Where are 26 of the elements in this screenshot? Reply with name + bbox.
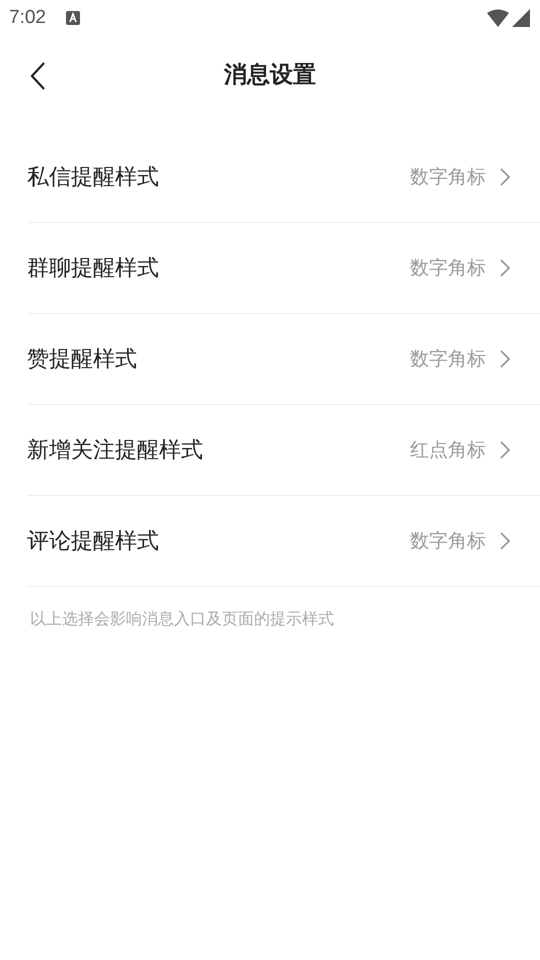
setting-label: 新增关注提醒样式 (27, 437, 204, 465)
setting-label: 群聊提醒样式 (27, 255, 160, 283)
setting-value: 数字角标 (410, 165, 486, 190)
chevron-right-icon (500, 350, 510, 368)
setting-value: 数字角标 (410, 529, 486, 554)
setting-value: 红点角标 (410, 438, 486, 463)
setting-row[interactable]: 群聊提醒样式 数字角标 (27, 223, 540, 314)
setting-row[interactable]: 评论提醒样式 数字角标 (27, 496, 540, 587)
chevron-right-icon (500, 168, 510, 186)
chevron-right-icon (500, 259, 510, 277)
chevron-right-icon (500, 532, 510, 550)
setting-row[interactable]: 私信提醒样式 数字角标 (27, 132, 540, 223)
notification-icon (66, 11, 80, 25)
setting-label: 评论提醒样式 (27, 528, 160, 556)
setting-label: 赞提醒样式 (27, 346, 138, 374)
status-time: 7:02 (9, 7, 46, 29)
page-title: 消息设置 (224, 60, 316, 90)
setting-label: 私信提醒样式 (27, 164, 160, 192)
setting-row[interactable]: 赞提醒样式 数字角标 (27, 314, 540, 405)
setting-value: 数字角标 (410, 347, 486, 372)
footnote: 以上选择会影响消息入口及页面的提示样式 (30, 609, 334, 628)
setting-row[interactable]: 新增关注提醒样式 红点角标 (27, 405, 540, 496)
setting-value: 数字角标 (410, 256, 486, 281)
signal-icon (512, 9, 530, 27)
chevron-right-icon (500, 441, 510, 459)
wifi-icon (487, 9, 509, 27)
